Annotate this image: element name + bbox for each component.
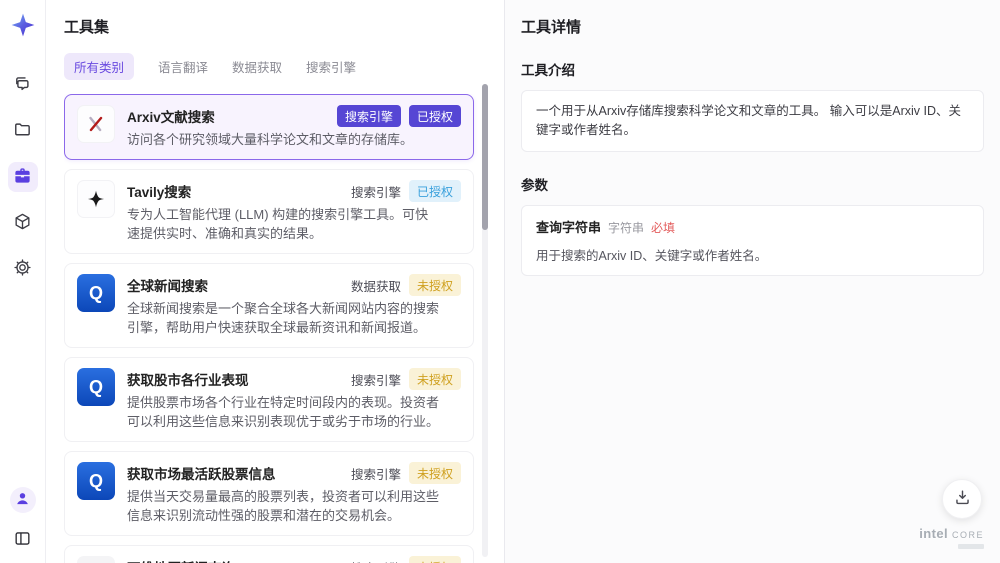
params-heading: 参数 <box>521 177 548 193</box>
param-name: 查询字符串 <box>536 219 602 235</box>
avatar-icon <box>14 490 31 510</box>
tool-tags: 搜索引擎 未授权 <box>351 556 461 563</box>
scrollbar-thumb[interactable] <box>482 84 488 230</box>
auth-status-badge: 未授权 <box>408 556 461 563</box>
cube-icon <box>13 212 32 234</box>
tool-name: 获取股市各行业表现 <box>127 373 249 389</box>
param-type: 字符串 <box>608 220 645 235</box>
category-tag: 搜索引擎 <box>350 373 401 388</box>
tool-name: Arxiv文献搜索 <box>127 110 215 125</box>
tool-description: 访问各个研究领域大量科学论文和文章的存储库。 <box>127 132 414 147</box>
tab-0[interactable]: 所有类别 <box>64 53 135 80</box>
sidebar-item-account[interactable] <box>9 487 36 513</box>
tool-card[interactable]: Q 获取市场最活跃股票信息 搜索引擎 未授权 提供当天交易量最高的股票列表，投资… <box>64 451 474 537</box>
category-tag: 搜索引擎 <box>350 185 401 200</box>
auth-status-badge: 已授权 <box>408 105 461 127</box>
auth-status-badge: 未授权 <box>408 368 461 391</box>
sidebar-item-files[interactable] <box>8 116 38 146</box>
blue-search-icon: Q <box>77 462 115 501</box>
tool-tags: 数据获取 未授权 <box>350 274 461 297</box>
intro-heading: 工具介绍 <box>521 63 575 78</box>
tool-list-panel: 工具集 所有类别 语言翻译 数据获取 搜索引擎 Arxiv文献搜索 搜索引擎 已授权 … <box>46 0 505 563</box>
category-tag: 搜索引擎 <box>351 558 401 563</box>
tool-card[interactable]: Q 获取股市各行业表现 搜索引擎 未授权 提供股票市场各个行业在特定时间段内的表… <box>64 357 474 443</box>
left-rail <box>0 0 46 563</box>
category-tag: 搜索引擎 <box>350 467 401 482</box>
arxiv-logo-icon <box>77 105 115 143</box>
tool-card[interactable]: 万维地区新闻查询 搜索引擎 未授权 查询具体行政区划内的新闻，快速了解各地新闻动 <box>64 545 474 563</box>
briefcase-icon <box>13 166 32 188</box>
param-header: 查询字符串 字符串 必填 <box>536 217 969 236</box>
brand-bar <box>958 544 984 549</box>
scrollbar-track[interactable] <box>482 84 488 557</box>
tab-3[interactable]: 搜索引擎 <box>306 53 356 80</box>
download-icon <box>953 488 972 510</box>
tool-description: 专为人工智能代理 (LLM) 构建的搜索引擎工具。可快速提供实时、准确和真实的结… <box>127 207 429 241</box>
rail-bottom <box>9 487 36 553</box>
param-box: 查询字符串 字符串 必填 用于搜索的Arxiv ID、关键字或作者姓名。 <box>521 204 984 276</box>
blue-search-icon: Q <box>77 368 115 407</box>
intel-core-logo: intel core <box>919 525 984 549</box>
tool-name: 获取市场最活跃股票信息 <box>127 467 276 483</box>
tool-tags: 搜索引擎 未授权 <box>350 368 461 391</box>
tool-description: 提供当天交易量最高的股票列表，投资者可以利用这些信息来识别流动性强的股票和潜在的… <box>127 489 440 523</box>
tool-list: Arxiv文献搜索 搜索引擎 已授权 访问各个研究领域大量科学论文和文章的存储库… <box>64 94 504 563</box>
tool-card[interactable]: Arxiv文献搜索 搜索引擎 已授权 访问各个研究领域大量科学论文和文章的存储库… <box>64 94 474 161</box>
auth-status-badge: 未授权 <box>408 462 461 485</box>
tool-name: Tavily搜索 <box>127 185 192 201</box>
download-button[interactable] <box>942 479 982 519</box>
param-required-badge: 必填 <box>651 220 676 235</box>
sparkle-star-icon <box>77 180 115 219</box>
tool-tags: 搜索引擎 已授权 <box>336 105 461 127</box>
intro-text: 一个用于从Arxiv存储库搜索科学论文和文章的工具。 输入可以是Arxiv ID… <box>536 104 962 137</box>
detail-title: 工具详情 <box>521 19 582 36</box>
tool-name: 万维地区新闻查询 <box>127 556 235 563</box>
brand-core: core <box>951 525 984 541</box>
panel-toggle-icon <box>13 529 32 551</box>
tool-card[interactable]: Tavily搜索 搜索引擎 已授权 专为人工智能代理 (LLM) 构建的搜索引擎… <box>64 169 474 255</box>
tool-description: 全球新闻搜索是一个聚合全球各大新闻网站内容的搜索引擎，帮助用户快速获取全球最新资… <box>127 301 440 335</box>
sidebar-item-tools[interactable] <box>7 162 38 192</box>
chat-icon <box>13 74 32 96</box>
sidebar-item-models[interactable] <box>8 208 38 238</box>
tool-name: 全球新闻搜索 <box>127 279 208 295</box>
tool-detail-panel: 工具详情 工具介绍 一个用于从Arxiv存储库搜索科学论文和文章的工具。 输入可… <box>505 0 1000 563</box>
blue-search-icon: Q <box>77 274 115 313</box>
tab-1[interactable]: 语言翻译 <box>158 53 208 80</box>
tool-description: 提供股票市场各个行业在特定时间段内的表现。投资者可以利用这些信息来识别表现优于或… <box>127 395 440 429</box>
category-tag: 数据获取 <box>350 279 401 294</box>
category-tabs: 所有类别 语言翻译 数据获取 搜索引擎 <box>64 53 504 80</box>
auth-status-badge: 未授权 <box>408 274 461 297</box>
regional-news-icon <box>77 556 115 563</box>
app-window: 工具集 所有类别 语言翻译 数据获取 搜索引擎 Arxiv文献搜索 搜索引擎 已授权 … <box>0 0 1000 563</box>
sidebar-item-settings[interactable] <box>8 254 38 284</box>
rail-nav <box>7 70 38 284</box>
sidebar-item-chat[interactable] <box>8 70 38 100</box>
auth-status-badge: 已授权 <box>408 180 461 203</box>
app-logo-icon <box>8 10 38 40</box>
brand-intel: intel <box>919 525 948 541</box>
tab-2[interactable]: 数据获取 <box>232 53 282 80</box>
folder-icon <box>13 120 32 142</box>
tool-tags: 搜索引擎 未授权 <box>350 462 461 485</box>
sidebar-item-collapse-panel[interactable] <box>10 527 36 553</box>
gear-icon <box>13 258 32 280</box>
category-tag: 搜索引擎 <box>336 105 401 127</box>
param-desc: 用于搜索的Arxiv ID、关键字或作者姓名。 <box>536 248 768 263</box>
tool-card[interactable]: Q 全球新闻搜索 数据获取 未授权 全球新闻搜索是一个聚合全球各大新闻网站内容的… <box>64 263 474 349</box>
page-title: 工具集 <box>64 19 110 36</box>
tool-tags: 搜索引擎 已授权 <box>350 180 461 203</box>
intro-box: 一个用于从Arxiv存储库搜索科学论文和文章的工具。 输入可以是Arxiv ID… <box>521 90 984 152</box>
